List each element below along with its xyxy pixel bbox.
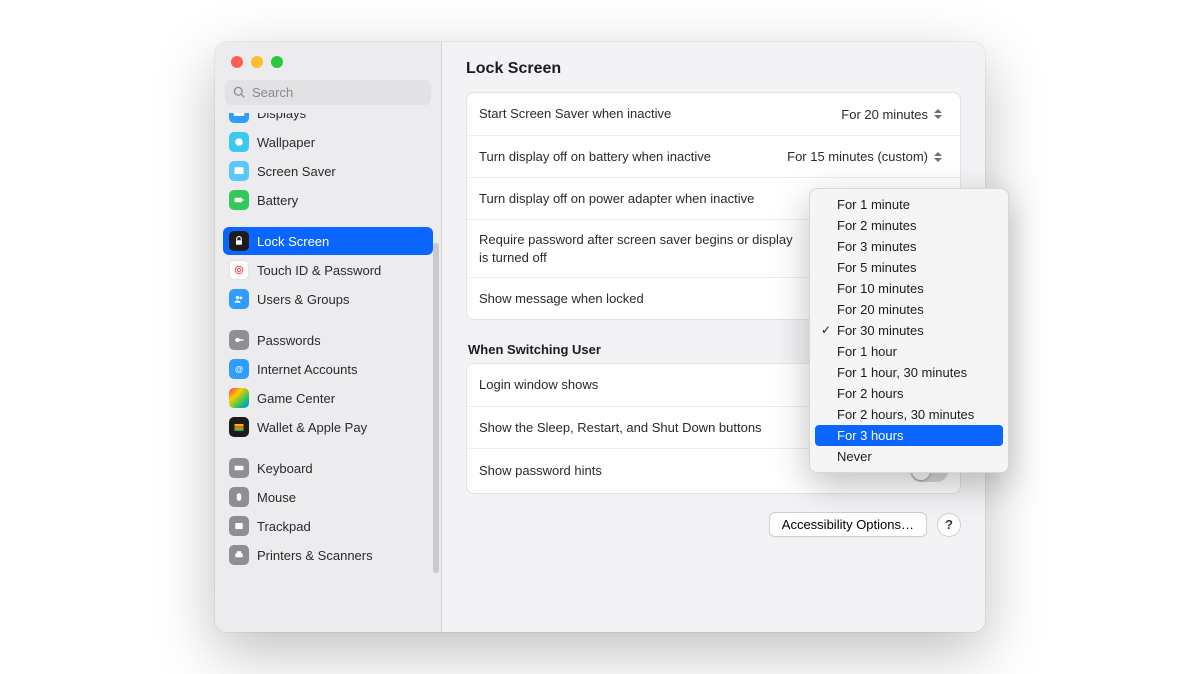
screen-saver-icon: [229, 161, 249, 181]
menu-item[interactable]: For 1 hour, 30 minutes: [815, 362, 1003, 383]
sidebar-item-wallpaper[interactable]: Wallpaper: [223, 128, 433, 156]
printers-icon: [229, 545, 249, 565]
sidebar-item-trackpad[interactable]: Trackpad: [223, 512, 433, 540]
page-title: Lock Screen: [466, 60, 961, 78]
sidebar-item-internet-accounts[interactable]: @ Internet Accounts: [223, 355, 433, 383]
wallet-icon: [229, 417, 249, 437]
menu-item[interactable]: For 3 minutes: [815, 236, 1003, 257]
sidebar-item-label: Internet Accounts: [257, 362, 357, 377]
sidebar-item-label: Keyboard: [257, 461, 313, 476]
displays-icon: [229, 113, 249, 123]
game-center-icon: [229, 388, 249, 408]
menu-item[interactable]: For 1 hour: [815, 341, 1003, 362]
users-groups-icon: [229, 289, 249, 309]
sidebar-item-label: Trackpad: [257, 519, 311, 534]
trackpad-icon: [229, 516, 249, 536]
sidebar-item-printers[interactable]: Printers & Scanners: [223, 541, 433, 569]
sidebar-scrollbar[interactable]: [433, 243, 439, 573]
display-battery-popup[interactable]: For 15 minutes (custom): [787, 149, 948, 164]
screensaver-popup[interactable]: For 20 minutes: [841, 107, 948, 122]
menu-item[interactable]: For 30 minutes: [815, 320, 1003, 341]
menu-item[interactable]: For 2 minutes: [815, 215, 1003, 236]
keyboard-icon: [229, 458, 249, 478]
duration-menu[interactable]: For 1 minute For 2 minutes For 3 minutes…: [809, 188, 1009, 473]
sidebar-item-label: Game Center: [257, 391, 335, 406]
menu-item[interactable]: For 2 hours, 30 minutes: [815, 404, 1003, 425]
lock-screen-icon: [229, 231, 249, 251]
search-input[interactable]: Search: [225, 80, 431, 105]
row-label: Show the Sleep, Restart, and Shut Down b…: [479, 419, 762, 437]
row-label: Turn display off on power adapter when i…: [479, 190, 754, 208]
sidebar-item-mouse[interactable]: Mouse: [223, 483, 433, 511]
search-placeholder: Search: [252, 85, 293, 100]
sidebar-item-users-groups[interactable]: Users & Groups: [223, 285, 433, 313]
sidebar: Search Displays Wallpaper Screen Saver: [215, 42, 442, 632]
search-icon: [233, 86, 246, 99]
sidebar-item-label: Displays: [257, 113, 306, 121]
sidebar-item-wallet[interactable]: Wallet & Apple Pay: [223, 413, 433, 441]
sidebar-item-label: Printers & Scanners: [257, 548, 373, 563]
menu-item[interactable]: For 1 minute: [815, 194, 1003, 215]
sidebar-item-game-center[interactable]: Game Center: [223, 384, 433, 412]
touch-id-icon: [229, 260, 249, 280]
system-settings-window: Search Displays Wallpaper Screen Saver: [215, 42, 985, 632]
footer: Accessibility Options… ?: [466, 512, 961, 537]
battery-icon: [229, 190, 249, 210]
sidebar-item-keyboard[interactable]: Keyboard: [223, 454, 433, 482]
sidebar-item-label: Users & Groups: [257, 292, 349, 307]
sidebar-item-label: Battery: [257, 193, 298, 208]
row-label: Show message when locked: [479, 290, 644, 308]
sidebar-item-label: Wallet & Apple Pay: [257, 420, 367, 435]
zoom-button[interactable]: [271, 56, 283, 68]
row-label: Start Screen Saver when inactive: [479, 105, 671, 123]
sidebar-item-label: Screen Saver: [257, 164, 336, 179]
window-controls: [215, 42, 441, 80]
passwords-icon: [229, 330, 249, 350]
row-label: Login window shows: [479, 376, 598, 394]
content-area: Lock Screen Start Screen Saver when inac…: [442, 42, 985, 632]
internet-accounts-icon: @: [229, 359, 249, 379]
menu-item[interactable]: For 3 hours: [815, 425, 1003, 446]
sidebar-item-touch-id[interactable]: Touch ID & Password: [223, 256, 433, 284]
sidebar-item-screen-saver[interactable]: Screen Saver: [223, 157, 433, 185]
svg-text:@: @: [235, 365, 243, 374]
wallpaper-icon: [229, 132, 249, 152]
sidebar-item-label: Wallpaper: [257, 135, 315, 150]
minimize-button[interactable]: [251, 56, 263, 68]
mouse-icon: [229, 487, 249, 507]
sidebar-item-label: Mouse: [257, 490, 296, 505]
sidebar-item-label: Passwords: [257, 333, 321, 348]
row-display-battery: Turn display off on battery when inactiv…: [467, 135, 960, 177]
sidebar-item-lock-screen[interactable]: Lock Screen: [223, 227, 433, 255]
row-label: Show password hints: [479, 462, 602, 480]
sidebar-item-label: Touch ID & Password: [257, 263, 381, 278]
menu-item[interactable]: For 2 hours: [815, 383, 1003, 404]
help-button[interactable]: ?: [937, 513, 961, 537]
row-label: Require password after screen saver begi…: [479, 231, 799, 266]
menu-item[interactable]: Never: [815, 446, 1003, 467]
stepper-icon: [934, 152, 948, 162]
row-screensaver: Start Screen Saver when inactive For 20 …: [467, 93, 960, 135]
close-button[interactable]: [231, 56, 243, 68]
menu-item[interactable]: For 20 minutes: [815, 299, 1003, 320]
sidebar-item-battery[interactable]: Battery: [223, 186, 433, 214]
row-label: Turn display off on battery when inactiv…: [479, 148, 711, 166]
accessibility-options-button[interactable]: Accessibility Options…: [769, 512, 927, 537]
menu-item[interactable]: For 10 minutes: [815, 278, 1003, 299]
menu-item[interactable]: For 5 minutes: [815, 257, 1003, 278]
sidebar-item-label: Lock Screen: [257, 234, 329, 249]
sidebar-item-displays[interactable]: Displays: [223, 113, 433, 127]
stepper-icon: [934, 109, 948, 119]
sidebar-list: Displays Wallpaper Screen Saver Battery: [223, 113, 433, 569]
sidebar-item-passwords[interactable]: Passwords: [223, 326, 433, 354]
